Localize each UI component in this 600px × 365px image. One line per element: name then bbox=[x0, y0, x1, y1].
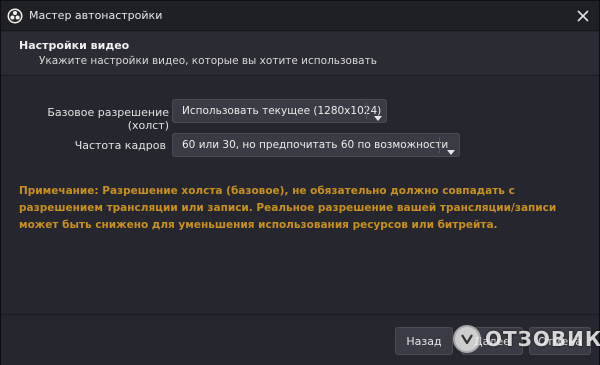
page-subtitle: Укажите настройки видео, которые вы хоти… bbox=[39, 55, 377, 67]
window-title: Мастер автонастройки bbox=[29, 9, 163, 22]
page-title: Настройки видео bbox=[19, 39, 130, 52]
page-header: Настройки видео Укажите настройки видео,… bbox=[1, 32, 599, 76]
chevron-down-icon bbox=[446, 142, 456, 155]
fps-value: 60 или 30, но предпочитать 60 по возможн… bbox=[182, 139, 449, 151]
back-button[interactable]: Назад bbox=[395, 327, 453, 355]
settings-form: Базовое разрешение (холст) Использовать … bbox=[1, 77, 599, 313]
close-button[interactable] bbox=[571, 5, 595, 27]
base-resolution-label: Базовое разрешение (холст) bbox=[47, 106, 169, 132]
auto-config-wizard-window: Мастер автонастройки Настройки видео Ука… bbox=[0, 0, 600, 365]
fps-label: Частота кадров bbox=[74, 139, 166, 152]
select-divider bbox=[439, 137, 440, 153]
base-resolution-value: Использовать текущее (1280x1024) bbox=[182, 105, 382, 117]
chevron-down-icon bbox=[373, 108, 383, 121]
base-resolution-select[interactable]: Использовать текущее (1280x1024) bbox=[172, 99, 387, 123]
close-icon bbox=[577, 7, 589, 26]
watermark-logo-icon bbox=[453, 325, 481, 353]
fps-select[interactable]: 60 или 30, но предпочитать 60 по возможн… bbox=[172, 133, 460, 157]
watermark: ОТЗОВИК bbox=[453, 324, 600, 354]
select-divider bbox=[366, 103, 367, 119]
app-logo-icon bbox=[7, 8, 23, 24]
resolution-note: Примечание: Разрешение холста (базовое),… bbox=[19, 185, 557, 231]
watermark-text: ОТЗОВИК bbox=[485, 327, 600, 351]
title-bar[interactable]: Мастер автонастройки bbox=[1, 1, 599, 31]
